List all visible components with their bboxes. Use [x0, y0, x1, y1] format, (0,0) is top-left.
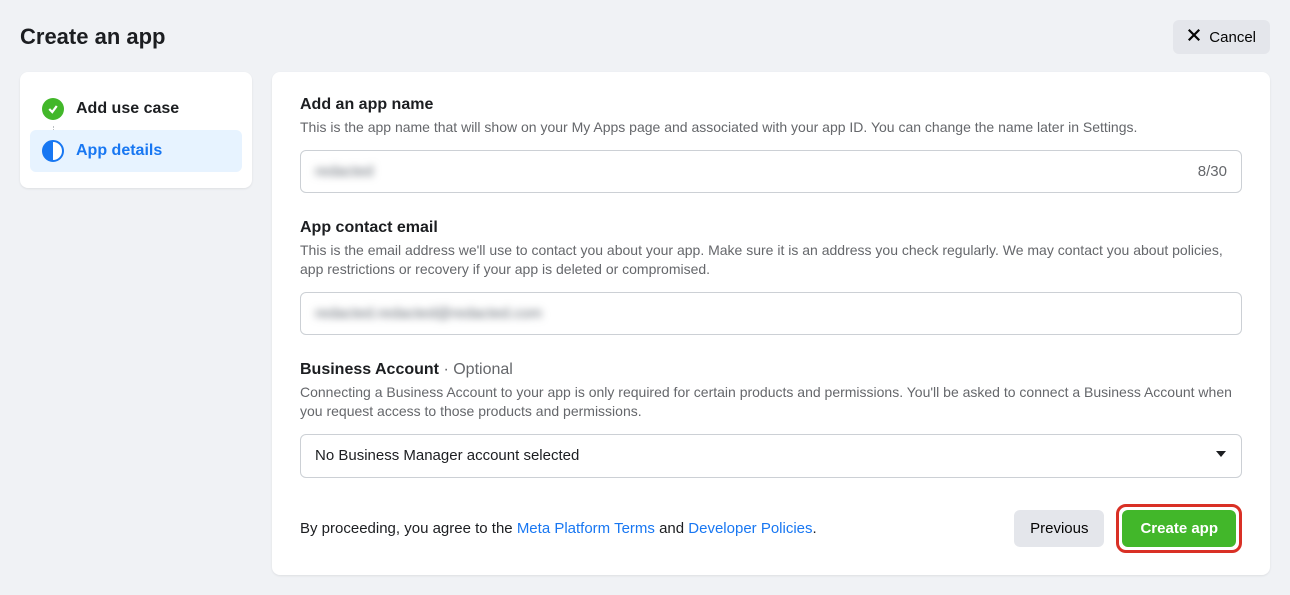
label-business-account: Business Account · Optional: [300, 361, 1242, 379]
field-app-name: Add an app name This is the app name tha…: [300, 96, 1242, 193]
contact-email-input[interactable]: redacted.redacted@redacted.com: [315, 305, 1227, 322]
business-account-select[interactable]: No Business Manager account selected: [300, 434, 1242, 478]
desc-contact-email: This is the email address we'll use to c…: [300, 241, 1242, 280]
create-highlight: Create app: [1116, 504, 1242, 553]
step-add-use-case[interactable]: Add use case: [30, 88, 242, 130]
step-label: Add use case: [76, 100, 179, 118]
cancel-label: Cancel: [1209, 29, 1256, 46]
label-app-name: Add an app name: [300, 96, 1242, 114]
step-label: App details: [76, 142, 162, 160]
desc-app-name: This is the app name that will show on y…: [300, 118, 1242, 138]
consent-mid: and: [655, 520, 688, 537]
cancel-button[interactable]: Cancel: [1173, 20, 1270, 54]
app-name-input-wrapper[interactable]: redacted 8/30: [300, 150, 1242, 193]
field-contact-email: App contact email This is the email addr…: [300, 219, 1242, 335]
close-icon: [1187, 28, 1201, 46]
app-name-input[interactable]: redacted: [315, 163, 1198, 180]
field-business-account: Business Account · Optional Connecting a…: [300, 361, 1242, 478]
consent-prefix: By proceeding, you agree to the: [300, 520, 517, 537]
step-app-details[interactable]: App details: [30, 130, 242, 172]
link-developer-policies[interactable]: Developer Policies: [688, 520, 812, 537]
contact-email-input-wrapper[interactable]: redacted.redacted@redacted.com: [300, 292, 1242, 335]
wizard-sidebar: Add use case App details: [20, 72, 252, 188]
link-platform-terms[interactable]: Meta Platform Terms: [517, 520, 655, 537]
chevron-down-icon: [1215, 447, 1227, 465]
desc-business-account: Connecting a Business Account to your ap…: [300, 383, 1242, 422]
label-contact-email: App contact email: [300, 219, 1242, 237]
consent-suffix: .: [813, 520, 817, 537]
check-circle-icon: [42, 98, 64, 120]
page-title: Create an app: [20, 24, 166, 50]
label-text: Business Account: [300, 361, 439, 378]
previous-button[interactable]: Previous: [1014, 510, 1104, 547]
consent-text: By proceeding, you agree to the Meta Pla…: [300, 520, 817, 537]
half-circle-icon: [42, 140, 64, 162]
app-details-panel: Add an app name This is the app name tha…: [272, 72, 1270, 575]
create-app-button[interactable]: Create app: [1122, 510, 1236, 547]
char-count: 8/30: [1198, 163, 1227, 180]
optional-tag: · Optional: [439, 361, 513, 378]
select-value: No Business Manager account selected: [315, 447, 579, 464]
